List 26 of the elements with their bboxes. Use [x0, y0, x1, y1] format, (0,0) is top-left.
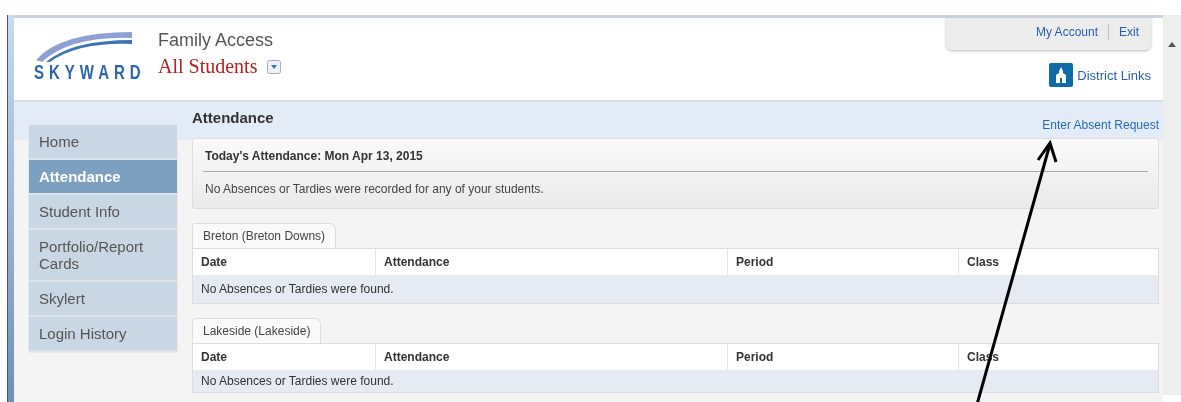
building-icon[interactable]	[1049, 63, 1074, 87]
account-link[interactable]: My Account	[1035, 25, 1098, 39]
nav-item[interactable]: Home	[29, 125, 177, 160]
scrollbar[interactable]	[1163, 15, 1181, 395]
nav-item[interactable]: Portfolio/Report Cards	[29, 230, 177, 282]
nav-item[interactable]: Login History	[29, 317, 177, 352]
nav-item[interactable]: Skylert	[29, 282, 177, 317]
school-tab[interactable]: Breton (Breton Downs)	[192, 223, 337, 248]
empty-row: No Absences or Tardies were found.	[193, 370, 1158, 392]
today-heading: Today's Attendance: Mon Apr 13, 2015	[203, 139, 1148, 172]
district-links-link[interactable]: District Links	[1077, 67, 1151, 83]
logo-text: SKYWARD	[34, 62, 144, 83]
nav-item[interactable]: Attendance	[29, 160, 177, 195]
app-title: Family Access	[158, 30, 275, 51]
account-link[interactable]: Exit	[1119, 25, 1139, 39]
empty-row: No Absences or Tardies were found.	[193, 275, 1158, 303]
absent-request-link[interactable]: Enter Absent Request	[1042, 118, 1159, 132]
page-title: Attendance	[192, 108, 274, 126]
today-message: No Absences or Tardies were recorded for any of your students.	[204, 181, 545, 198]
scroll-up-icon[interactable]	[1168, 41, 1176, 47]
dropdown-icon[interactable]	[267, 59, 282, 74]
nav-item[interactable]: Student Info	[29, 195, 177, 230]
column-header: Date	[200, 254, 228, 271]
student-selector[interactable]: All Students	[158, 55, 258, 78]
school-tab[interactable]: Lakeside (Lakeside)	[192, 318, 322, 343]
column-header: Date	[200, 349, 228, 366]
